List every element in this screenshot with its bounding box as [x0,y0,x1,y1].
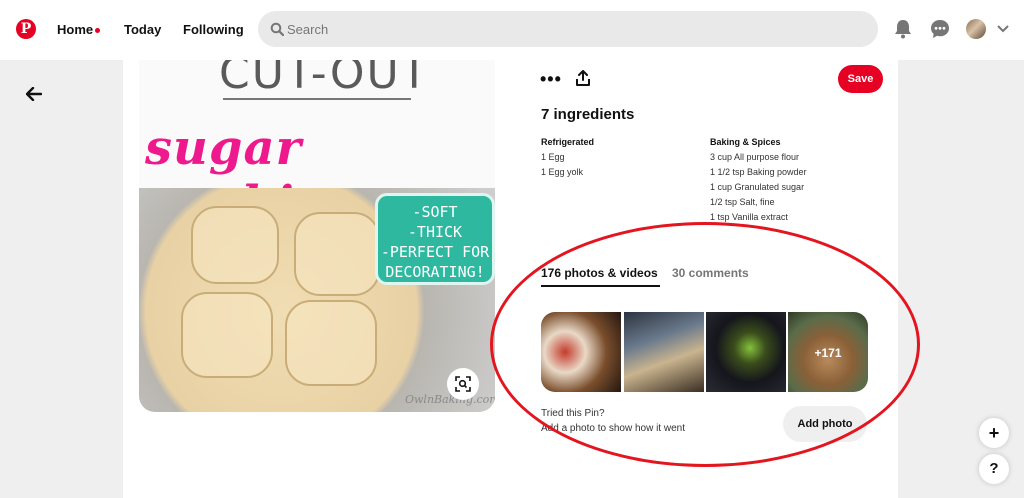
create-button[interactable]: + [979,418,1009,448]
notification-dot [95,28,100,33]
badge-line: -SOFT [412,203,458,221]
chevron-down-icon[interactable] [997,25,1009,33]
chat-icon[interactable] [930,19,950,39]
watermark: OwlnBaking.com [405,393,495,406]
visual-search-icon [455,376,471,392]
add-photo-button[interactable]: Add photo [783,406,867,442]
title-divider [223,98,411,100]
ingredients-title: 7 ingredients [541,106,635,123]
ingredient-item: 1 tsp Vanilla extract [710,212,788,222]
badge-line: -PERFECT FOR [380,243,490,261]
ingredient-group-title: Baking & Spices [710,137,781,147]
pin-image[interactable]: CUT-OUT sugar cookies -SOFT -THICK -PERF… [139,60,495,412]
nav-today[interactable]: Today [124,22,161,37]
search-input[interactable]: Search [258,11,878,47]
save-button[interactable]: Save [838,65,883,93]
pin-title-line1: CUT-OUT [219,60,430,99]
tried-photo[interactable] [624,312,704,392]
ingredient-item: 1 Egg yolk [541,167,584,177]
ingredient-item: 3 cup All purpose flour [710,152,800,162]
ingredient-item: 1 Egg [541,152,565,162]
badge-line: -THICK [407,223,463,241]
tried-photo[interactable] [541,312,621,392]
tried-photo[interactable] [706,312,786,392]
cookie-cutout [191,206,279,284]
search-icon [270,22,284,36]
back-arrow-icon[interactable] [26,87,42,101]
tried-subtitle: Add a photo to show how it went [541,423,685,434]
ingredient-item: 1 1/2 tsp Baking powder [710,167,807,177]
pinterest-logo[interactable]: P [16,19,36,39]
top-nav: P Home Today Following Search [0,0,1024,60]
bell-icon[interactable] [894,19,912,39]
help-button[interactable]: ? [979,454,1009,484]
badge-line: DECORATING! [385,263,485,281]
tab-comments[interactable]: 30 comments [672,266,749,280]
more-options-button[interactable]: ••• [540,69,562,90]
active-tab-indicator [541,285,660,287]
ingredient-item: 1/2 tsp Salt, fine [710,197,775,207]
tried-photo-more[interactable]: +171 [788,312,868,392]
tab-photos-videos[interactable]: 176 photos & videos [541,266,658,280]
cookie-cutout [181,292,273,378]
more-photos-count: +171 [814,346,842,360]
share-icon[interactable] [575,70,591,86]
tried-title: Tried this Pin? [541,408,605,419]
feature-badge: -SOFT -THICK -PERFECT FOR DECORATING! [375,193,495,285]
ingredient-item: 1 cup Granulated sugar [710,182,805,192]
search-placeholder: Search [287,22,329,37]
avatar[interactable] [966,19,986,39]
cookie-cutout [285,300,377,386]
nav-following[interactable]: Following [183,22,244,37]
nav-home[interactable]: Home [57,22,93,37]
cookie-cutout [294,212,380,296]
ingredient-group-title: Refrigerated [541,137,595,147]
visual-search-button[interactable] [447,368,479,400]
